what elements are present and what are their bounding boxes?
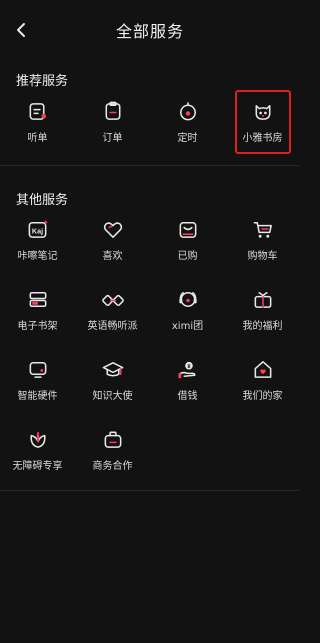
service-label: 已购 (177, 251, 198, 262)
section-title-others: 其他服务 (16, 193, 69, 208)
status-bar (0, 0, 300, 8)
service-my-benefits[interactable]: 我的福利 (225, 288, 300, 332)
service-label: 定时 (177, 133, 198, 144)
service-label: 喜欢 (102, 251, 123, 262)
loan-hand-coin-icon: ¥ (177, 361, 195, 379)
purchased-box-icon (179, 222, 196, 238)
service-label: 借钱 (177, 391, 198, 402)
back-button[interactable] (8, 17, 34, 43)
service-business-cooperation[interactable]: 商务合作 (75, 428, 150, 472)
service-label: 听单 (27, 133, 48, 144)
service-label: 订单 (102, 133, 123, 144)
accessibility-leaf-icon (29, 432, 46, 448)
service-ximi-group[interactable]: ximi团 (150, 288, 225, 332)
service-timer[interactable]: 定时 (150, 100, 225, 144)
english-listening-icon (101, 294, 124, 307)
section-divider (0, 490, 300, 491)
svg-text:Kaj: Kaj (31, 227, 42, 235)
ximi-group-icon (178, 292, 197, 307)
heart-icon (103, 222, 122, 238)
service-label: 智能硬件 (17, 391, 58, 402)
timer-icon (179, 102, 196, 121)
service-kaji-note[interactable]: Kaj 咔嚓笔记 (0, 218, 75, 262)
service-likes[interactable]: 喜欢 (75, 218, 150, 262)
service-playlist[interactable]: 听单 (0, 100, 75, 144)
header: 全部服务 (0, 8, 300, 52)
service-label: 英语畅听派 (87, 321, 138, 332)
gift-icon (254, 292, 271, 308)
highlight-box (235, 90, 291, 154)
service-label: 我们的家 (242, 391, 283, 402)
playlist-icon (29, 103, 46, 120)
service-label: 我的福利 (242, 321, 283, 332)
service-ebook-shelf[interactable]: 电子书架 (0, 288, 75, 332)
service-label: 咔嚓笔记 (17, 251, 58, 262)
service-english-listening[interactable]: 英语畅听派 (75, 288, 150, 332)
service-cart[interactable]: 购物车 (225, 218, 300, 262)
smart-hardware-icon (29, 362, 46, 378)
service-orders[interactable]: 订单 (75, 100, 150, 144)
service-label: 无障碍专享 (12, 461, 63, 472)
service-accessibility[interactable]: 无障碍专享 (0, 428, 75, 472)
section-title-recommended: 推荐服务 (16, 74, 69, 89)
bookshelf-icon (29, 292, 46, 307)
service-purchased[interactable]: 已购 (150, 218, 225, 262)
others-grid: Kaj 咔嚓笔记 喜欢 已购 购物车 电子书架 英语畅听派 ximi团 我的福利… (0, 218, 300, 472)
service-label: 知识大使 (92, 391, 133, 402)
chevron-left-icon (17, 23, 25, 37)
graduation-cap-icon (102, 362, 123, 377)
service-label: 电子书架 (17, 321, 58, 332)
service-label: ximi团 (171, 321, 204, 332)
service-knowledge-ambassador[interactable]: 知识大使 (75, 358, 150, 402)
shopping-cart-icon (253, 222, 272, 238)
order-icon (105, 101, 120, 120)
service-loan[interactable]: ¥ 借钱 (150, 358, 225, 402)
service-smart-hardware[interactable]: 智能硬件 (0, 358, 75, 402)
service-label: 商务合作 (92, 461, 133, 472)
section-divider (0, 165, 300, 166)
service-our-home[interactable]: 我们的家 (225, 358, 300, 402)
page-title: 全部服务 (115, 22, 184, 41)
kaji-note-icon: Kaj (28, 219, 49, 238)
business-bag-icon (104, 431, 121, 448)
home-heart-icon (254, 361, 271, 378)
service-label: 购物车 (247, 251, 278, 262)
